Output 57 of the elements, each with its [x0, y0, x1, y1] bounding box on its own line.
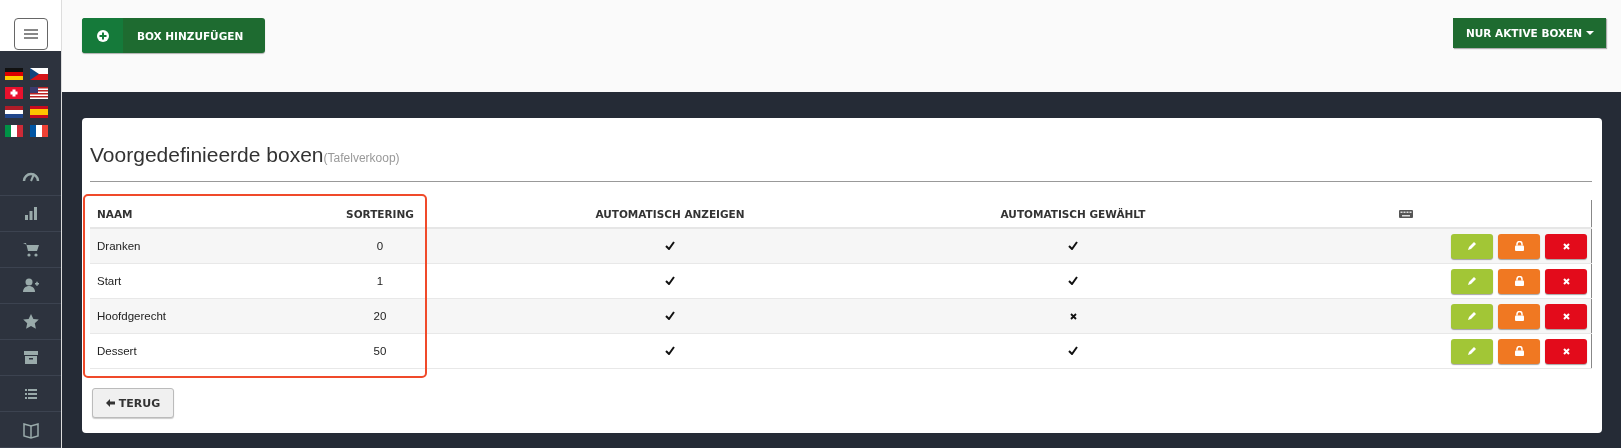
close-icon	[1562, 277, 1570, 285]
archive-icon[interactable]	[21, 348, 40, 367]
flag-icon[interactable]	[30, 68, 48, 80]
table-cell: Hoofdgerecht	[90, 298, 300, 334]
cart-icon[interactable]	[21, 240, 40, 259]
close-icon	[1562, 347, 1570, 355]
flag-icon[interactable]	[30, 125, 48, 137]
plus-circle-icon	[96, 29, 109, 42]
add-box-button[interactable]: BOX HINZUFÜGEN	[82, 18, 266, 53]
check-icon	[665, 276, 675, 285]
lock-button[interactable]	[1498, 338, 1540, 364]
keyboard-icon	[1399, 209, 1413, 218]
delete-button[interactable]	[1545, 233, 1587, 259]
table-cell: Dessert	[90, 333, 300, 369]
lock-icon	[1514, 276, 1524, 286]
card-subtitle: (Tafelverkoop)	[323, 151, 400, 165]
lock-icon	[1514, 346, 1524, 356]
flag-icon[interactable]	[30, 87, 48, 99]
lock-button[interactable]	[1498, 303, 1540, 329]
pencil-icon	[1467, 311, 1477, 321]
check-icon	[1068, 276, 1078, 285]
caret-icon	[1586, 31, 1594, 35]
flag-icon[interactable]	[5, 106, 23, 118]
check-icon	[665, 241, 675, 250]
delete-button[interactable]	[1545, 338, 1587, 364]
pencil-icon	[1467, 276, 1477, 286]
check-icon	[1068, 241, 1078, 250]
lock-icon	[1514, 311, 1524, 321]
arrow-left-icon	[105, 399, 115, 407]
lock-button[interactable]	[1498, 268, 1540, 294]
table-cell: 0	[300, 228, 460, 264]
close-icon	[1562, 312, 1570, 320]
menu-icon	[23, 29, 38, 39]
lock-button[interactable]	[1498, 233, 1540, 259]
delete-button[interactable]	[1545, 303, 1587, 329]
filter-dropdown[interactable]: NUR AKTIVE BOXEN	[1453, 18, 1606, 48]
delete-button[interactable]	[1545, 268, 1587, 294]
cross-icon	[1069, 313, 1077, 320]
table-cell: 20	[300, 298, 460, 334]
pencil-icon	[1467, 241, 1477, 251]
table-cell: Dranken	[90, 228, 300, 264]
check-icon	[665, 346, 675, 355]
pencil-icon	[1467, 346, 1477, 356]
star-icon[interactable]	[21, 312, 40, 331]
user-plus-icon[interactable]	[21, 276, 40, 295]
check-icon	[1068, 346, 1078, 355]
lock-icon	[1514, 241, 1524, 251]
book-icon[interactable]	[21, 420, 40, 439]
check-icon	[665, 311, 675, 320]
flag-icon[interactable]	[5, 68, 23, 80]
card-title: Voorgedefinieerde boxen	[90, 143, 324, 167]
table-cell: Start	[90, 263, 300, 299]
back-button[interactable]: TERUG	[92, 388, 174, 418]
menu-button[interactable]	[13, 18, 48, 50]
close-icon	[1562, 242, 1570, 250]
table-cell: 50	[300, 333, 460, 369]
table-cell: 1	[300, 263, 460, 299]
